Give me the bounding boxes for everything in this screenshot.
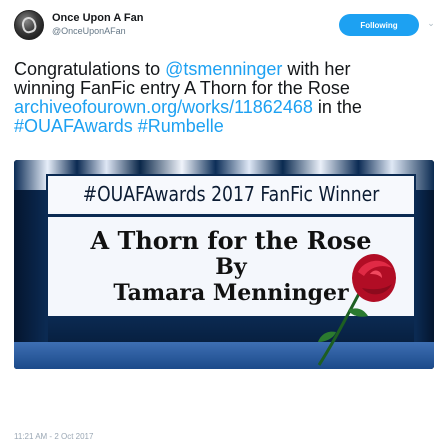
- text-segment: in the: [312, 97, 362, 117]
- avatar-logo-icon: [20, 15, 38, 35]
- author-handle[interactable]: @OnceUponAFan: [52, 25, 143, 37]
- text-segment: with her: [282, 59, 351, 79]
- mention-link[interactable]: @tsmenninger: [165, 59, 282, 79]
- author-display-name[interactable]: Once Upon A Fan: [52, 12, 143, 25]
- rose-illustration: [317, 254, 396, 366]
- avatar[interactable]: [14, 10, 44, 40]
- hashtag-links[interactable]: #OUAFAwards #Rumbelle: [14, 117, 444, 136]
- tweet-timestamp[interactable]: 11:21 AM - 2 Oct 2017: [14, 432, 93, 441]
- rose-stem: [317, 287, 364, 366]
- tweet-header: Once Upon A Fan @OnceUponAFan Following …: [14, 6, 436, 46]
- author-names: Once Upon A Fan @OnceUponAFan: [52, 12, 143, 37]
- url-link[interactable]: archiveofourown.org/works/11862468: [14, 97, 313, 117]
- tweet-text-line-3: archiveofourown.org/works/11862468 in th…: [14, 98, 444, 117]
- tweet-text-line-2: winning FanFic entry A Thorn for the Ros…: [14, 78, 350, 98]
- chevron-down-icon[interactable]: ⌄: [426, 18, 436, 28]
- tweet-media-image[interactable]: #OUAFAwards 2017 FanFic Winner A Thorn f…: [14, 160, 434, 369]
- rose-leaf: [348, 308, 368, 317]
- tweet-text-line-1: Congratulations to @tsmenninger with her: [14, 60, 444, 79]
- tweet-text: Congratulations to @tsmenninger with her…: [14, 60, 444, 136]
- following-button[interactable]: Following: [339, 14, 419, 36]
- text-segment: Congratulations to: [14, 59, 166, 79]
